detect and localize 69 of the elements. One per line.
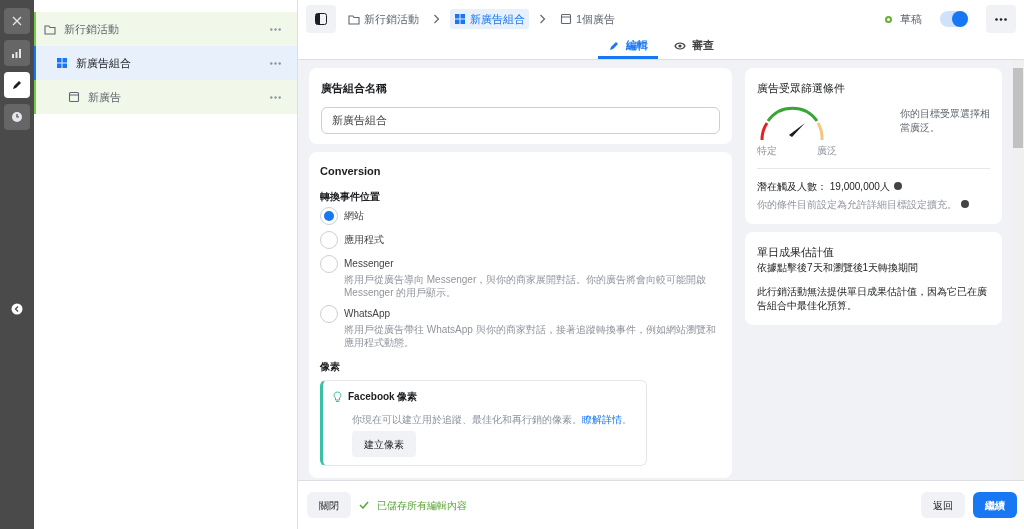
chevron-left-icon (11, 303, 23, 315)
info-icon (961, 200, 969, 208)
field-label: 像素 (320, 360, 341, 374)
more-icon (270, 27, 281, 31)
tree-item[interactable]: 新廣告組合 (34, 46, 297, 80)
folder-icon (44, 23, 56, 35)
audience-summary: 你的目標受眾選擇相當廣泛。 (900, 106, 990, 135)
notice-title: Facebook 像素 (348, 390, 418, 404)
option-label: 網站 (344, 209, 364, 223)
field-label: 轉換事件位置 (320, 190, 381, 204)
create-pixel-button[interactable]: 建立像素 (352, 431, 416, 457)
lightbulb-icon (333, 390, 342, 403)
audience-note: 你的條件目前設定為允許詳細目標設定擴充。 (757, 197, 957, 212)
tree-item-label: 新廣告組合 (76, 55, 131, 71)
folder-icon (348, 13, 360, 25)
potential-reach: 潛在觸及人數： 19,000,000人 (757, 179, 890, 194)
card-title: Conversion (320, 163, 382, 179)
option-label: 應用程式 (344, 233, 384, 247)
more-icon (270, 95, 281, 99)
status-toggle[interactable] (940, 11, 968, 27)
estimate-text: 此行銷活動無法提供單日成果估計值，因為它已在廣告組合中最佳化預算。 (757, 285, 988, 313)
ad-set-name-field[interactable]: 新廣告組合 (321, 106, 720, 134)
more-icon (995, 17, 1007, 21)
close-button[interactable]: 關閉 (307, 492, 351, 518)
learn-more-link[interactable]: 瞭解詳情 (582, 414, 622, 425)
rail-button[interactable] (4, 72, 30, 98)
panel-icon (315, 13, 327, 25)
breadcrumb[interactable]: 新廣告組合 (450, 9, 529, 29)
saved-status: 已儲存所有編輯內容 (377, 498, 467, 513)
info-icon (893, 182, 902, 190)
option-label: WhatsApp (344, 307, 392, 321)
card-subtitle: 依據點擊後7天和瀏覽後1天轉換期間 (757, 261, 920, 275)
option-label: Messenger (344, 257, 395, 271)
more-button[interactable] (270, 95, 281, 99)
continue-button[interactable]: 繼續 (973, 492, 1017, 518)
option-description: 將用戶從廣告帶往 WhatsApp 與你的商家對話，接著追蹤轉換事件，例如網站瀏覽和應用程式動態。 (344, 323, 717, 349)
bar-chart-icon (11, 47, 23, 59)
tree-item-label: 新廣告 (88, 89, 121, 105)
gauge-label: 廣泛 (817, 143, 837, 158)
tree-item[interactable]: 新行銷活動 (34, 12, 297, 46)
ad-frame-icon (560, 13, 572, 25)
tree-item[interactable]: 新廣告 (34, 80, 297, 114)
ad-frame-icon (68, 91, 80, 103)
gauge-label: 特定 (757, 143, 777, 158)
tab[interactable]: 審查 (664, 35, 724, 59)
card-title: 單日成果估計值 (757, 244, 835, 260)
eye-icon (674, 39, 686, 52)
notice-text: 你現在可以建立用於追蹤、最佳化和再行銷的像素。瞭解詳情。 (352, 413, 633, 427)
clock-icon (11, 111, 23, 123)
card-title: 廣告組合名稱 (321, 81, 388, 96)
scrollbar[interactable] (1012, 60, 1024, 480)
tree-item-label: 新行銷活動 (64, 21, 119, 37)
pencil-icon (608, 39, 620, 52)
more-icon (270, 61, 281, 65)
card-title: 廣告受眾篩選條件 (757, 81, 846, 96)
option-description: 將用戶從廣告導向 Messenger，與你的商家展開對話。你的廣告將會向較可能開啟 Messenger 的用戶顯示。 (344, 273, 708, 299)
back-button[interactable]: 返回 (921, 492, 965, 518)
edit-icon (11, 79, 23, 91)
more-button[interactable] (270, 61, 281, 65)
grid-icon (454, 13, 466, 25)
grid-icon (56, 57, 68, 69)
panel-toggle-button[interactable] (306, 5, 336, 33)
check-icon (359, 501, 369, 509)
breadcrumb[interactable]: 1個廣告 (556, 9, 620, 29)
status-label: 草稿 (900, 11, 922, 27)
close-icon (11, 15, 23, 27)
breadcrumb[interactable]: 新行銷活動 (344, 9, 423, 29)
more-button[interactable] (270, 27, 281, 31)
draft-status-icon (885, 15, 892, 23)
